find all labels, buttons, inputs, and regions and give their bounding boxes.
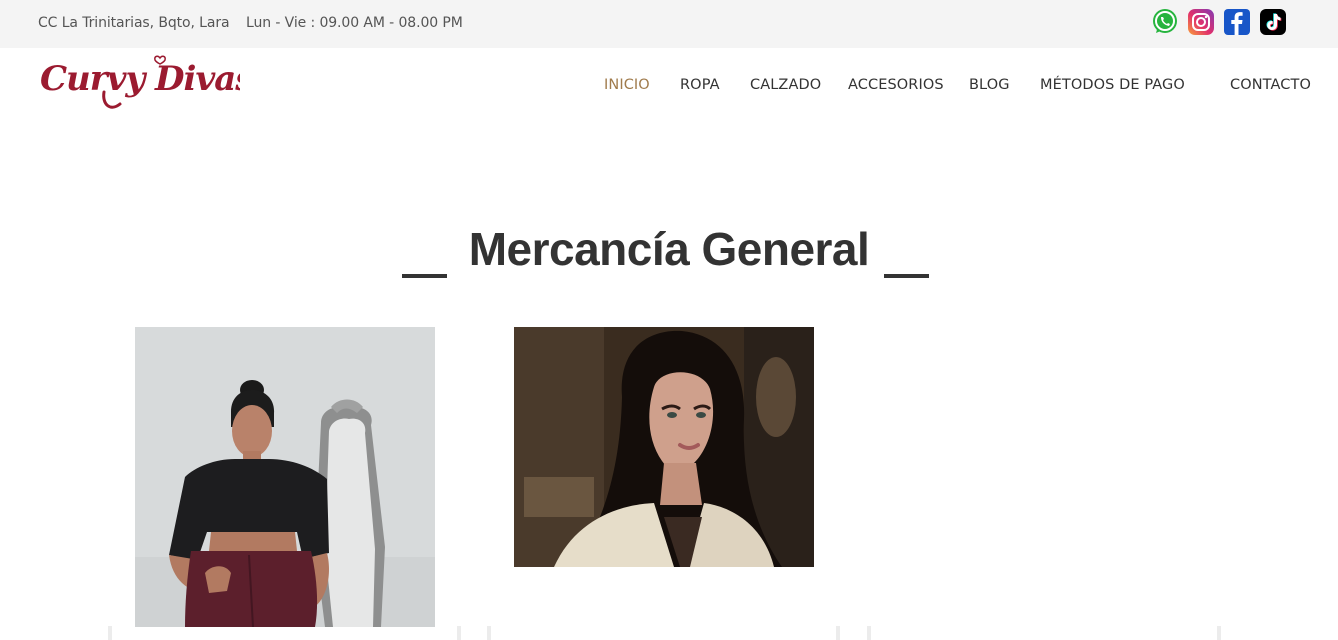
- facebook-icon[interactable]: [1222, 7, 1252, 37]
- product-image-woman-crop-top[interactable]: [135, 327, 435, 627]
- opening-hours: Lun - Vie : 09.00 AM - 08.00 PM: [246, 15, 463, 31]
- top-bar: CC La Trinitarias, Bqto, Lara Lun - Vie …: [0, 0, 1338, 48]
- card-edge-divider: [836, 626, 840, 640]
- store-address: CC La Trinitarias, Bqto, Lara: [38, 15, 230, 31]
- card-edge-divider: [1217, 626, 1221, 640]
- portrait-photo-image: [514, 327, 814, 567]
- whatsapp-icon[interactable]: [1150, 7, 1180, 37]
- nav-item-metodos-de-pago[interactable]: MÉTODOS DE PAGO: [1040, 77, 1185, 93]
- card-edge-divider: [867, 626, 871, 640]
- card-edge-divider: [487, 626, 491, 640]
- title-dash-right: [884, 274, 929, 278]
- nav-item-accesorios[interactable]: ACCESORIOS: [848, 77, 944, 93]
- nav-item-contacto[interactable]: CONTACTO: [1230, 77, 1311, 93]
- product-image-dark-hair-portrait[interactable]: [514, 327, 814, 567]
- main-header: Curvy Divas INICIO ROPA CALZADO ACCESORI…: [0, 48, 1338, 128]
- main-navigation: INICIO ROPA CALZADO ACCESORIOS BLOG MÉTO…: [0, 77, 1338, 97]
- instagram-icon[interactable]: [1186, 7, 1216, 37]
- social-links: [1150, 7, 1294, 37]
- nav-item-blog[interactable]: BLOG: [969, 77, 1010, 93]
- card-edge-divider: [457, 626, 461, 640]
- nav-item-inicio[interactable]: INICIO: [604, 77, 650, 93]
- section-title: Mercancía General: [468, 223, 870, 275]
- woman-photo-image: [135, 327, 435, 627]
- tiktok-icon[interactable]: [1258, 7, 1288, 37]
- card-edge-divider: [108, 626, 112, 640]
- nav-item-ropa[interactable]: ROPA: [680, 77, 720, 93]
- nav-item-calzado[interactable]: CALZADO: [750, 77, 821, 93]
